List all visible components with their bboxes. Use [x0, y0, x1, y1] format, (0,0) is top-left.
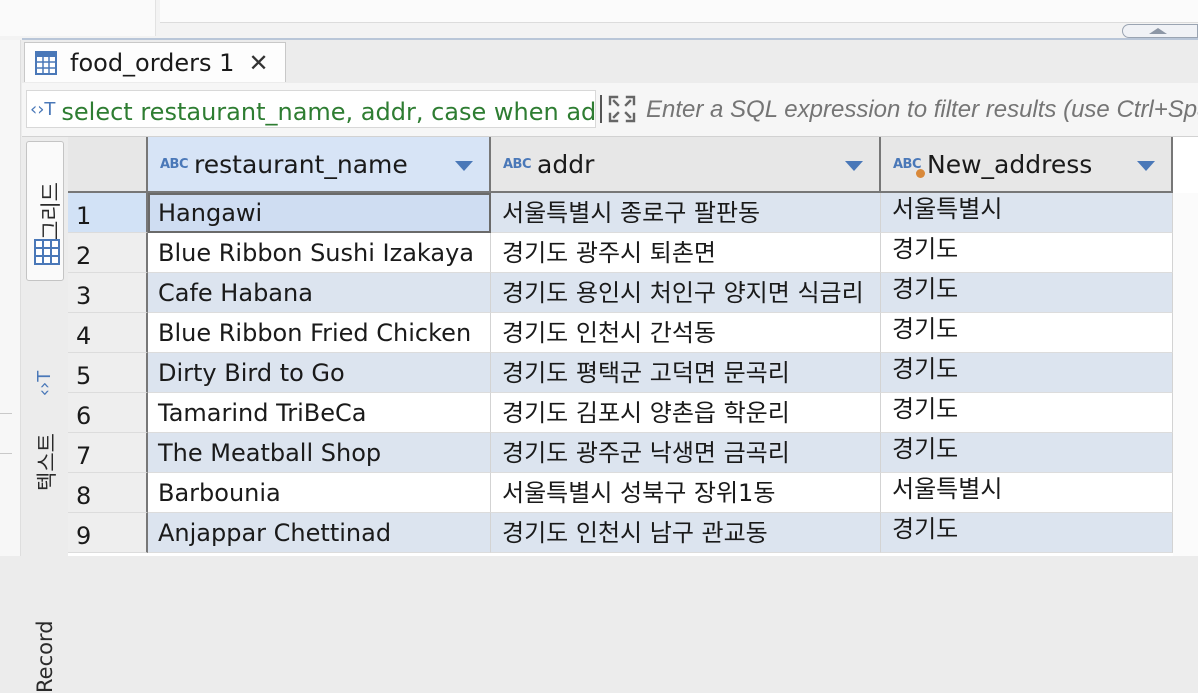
panel-separator — [0, 413, 12, 414]
cell-addr[interactable]: 경기도 광주시 퇴촌면 — [491, 233, 881, 273]
table-row[interactable]: 4 Blue Ribbon Fried Chicken 경기도 인천시 간석동 … — [68, 313, 1198, 353]
cell-new-address[interactable]: 서울특별시 — [881, 473, 1173, 513]
query-text-box[interactable]: ‹›T select restaurant_name, addr, case w… — [26, 90, 596, 128]
editor-area-edge — [160, 0, 1198, 23]
results-tab-bar: food_orders 1 ✕ — [22, 40, 1198, 84]
text-icon: ‹›T — [34, 370, 56, 397]
query-divider — [600, 95, 602, 123]
filter-bar: ‹›T select restaurant_name, addr, case w… — [22, 83, 1198, 137]
table-row[interactable]: 9 Anjappar Chettinad 경기도 인천시 남구 관교동 경기도 — [68, 513, 1198, 553]
panel-separator — [0, 453, 12, 454]
row-number[interactable]: 4 — [68, 313, 148, 353]
cell-addr[interactable]: 경기도 용인시 처인구 양지면 식금리 — [491, 273, 881, 313]
cell-new-address[interactable]: 경기도 — [881, 233, 1173, 273]
row-number[interactable]: 1 — [68, 193, 148, 233]
sort-arrow-icon[interactable] — [455, 161, 473, 171]
row-number-header — [68, 137, 148, 193]
column-header-new-address[interactable]: ABC New_address — [881, 137, 1173, 193]
cell-restaurant-name[interactable]: Anjappar Chettinad — [148, 513, 491, 553]
view-switcher: 그리드 텍스트 ‹›T Record — [22, 137, 69, 693]
column-header-label: New_address — [927, 149, 1093, 179]
expand-icon[interactable] — [608, 95, 636, 123]
table-row[interactable]: 8 Barbounia 서울특별시 성북구 장위1동 서울특별시 — [68, 473, 1198, 513]
sort-arrow-icon[interactable] — [845, 161, 863, 171]
grid-icon — [34, 239, 60, 265]
tab-food-orders[interactable]: food_orders 1 ✕ — [24, 42, 286, 82]
cell-restaurant-name[interactable]: Tamarind TriBeCa — [148, 393, 491, 433]
string-type-icon: ABC — [503, 156, 532, 172]
navigator-panel-edge — [0, 0, 156, 36]
cell-restaurant-name[interactable]: Blue Ribbon Sushi Izakaya — [148, 233, 491, 273]
cell-addr[interactable]: 서울특별시 성북구 장위1동 — [491, 473, 881, 513]
cell-restaurant-name[interactable]: Cafe Habana — [148, 273, 491, 313]
cell-addr[interactable]: 경기도 광주군 낙생면 금곡리 — [491, 433, 881, 473]
row-number[interactable]: 3 — [68, 273, 148, 313]
query-text: select restaurant_name, addr, case when … — [61, 97, 596, 126]
calculated-dot-icon — [916, 168, 926, 178]
row-number[interactable]: 9 — [68, 513, 148, 553]
cell-new-address[interactable]: 경기도 — [881, 393, 1173, 433]
cell-restaurant-name[interactable]: Blue Ribbon Fried Chicken — [148, 313, 491, 353]
left-side-panel — [0, 40, 21, 556]
close-icon[interactable]: ✕ — [248, 49, 268, 77]
table-icon — [35, 50, 57, 75]
row-number[interactable]: 8 — [68, 473, 148, 513]
cell-addr[interactable]: 서울특별시 종로구 팔판동 — [491, 193, 881, 233]
row-number[interactable]: 5 — [68, 353, 148, 393]
cell-new-address[interactable]: 경기도 — [881, 273, 1173, 313]
sort-arrow-icon[interactable] — [1137, 161, 1155, 171]
column-header-restaurant-name[interactable]: ABC restaurant_name — [148, 137, 491, 193]
column-header-label: addr — [537, 149, 595, 179]
table-row[interactable]: 3 Cafe Habana 경기도 용인시 처인구 양지면 식금리 경기도 — [68, 273, 1198, 313]
tab-title: food_orders 1 — [70, 48, 235, 77]
cell-addr[interactable]: 경기도 인천시 간석동 — [491, 313, 881, 353]
cell-addr[interactable]: 경기도 인천시 남구 관교동 — [491, 513, 881, 553]
row-number[interactable]: 6 — [68, 393, 148, 433]
grid-view-label: 그리드 — [39, 182, 63, 240]
string-type-icon: ABC — [160, 156, 189, 172]
table-row[interactable]: 2 Blue Ribbon Sushi Izakaya 경기도 광주시 퇴촌면 … — [68, 233, 1198, 273]
calculated-string-type-icon: ABC — [893, 157, 926, 178]
cell-new-address[interactable]: 경기도 — [881, 353, 1173, 393]
grid-view-button[interactable]: 그리드 — [26, 141, 64, 281]
cell-restaurant-name[interactable]: Dirty Bird to Go — [148, 353, 491, 393]
record-view-button[interactable]: Record — [33, 620, 57, 693]
row-number[interactable]: 7 — [68, 433, 148, 473]
cell-new-address[interactable]: 경기도 — [881, 513, 1173, 553]
sql-icon: ‹›T — [30, 98, 56, 120]
cell-new-address[interactable]: 서울특별시 — [881, 193, 1173, 233]
cell-restaurant-name[interactable]: Barbounia — [148, 473, 491, 513]
cell-restaurant-name[interactable]: The Meatball Shop — [148, 433, 491, 473]
cell-addr[interactable]: 경기도 김포시 양촌읍 학운리 — [491, 393, 881, 433]
row-number[interactable]: 2 — [68, 233, 148, 273]
table-row[interactable]: 1 Hangawi 서울특별시 종로구 팔판동 서울특별시 — [68, 193, 1198, 233]
text-view-button[interactable]: 텍스트 — [31, 433, 61, 491]
column-header-addr[interactable]: ABC addr — [491, 137, 881, 193]
column-header-label: restaurant_name — [194, 149, 408, 179]
table-row[interactable]: 5 Dirty Bird to Go 경기도 평택군 고덕면 문곡리 경기도 — [68, 353, 1198, 393]
cell-new-address[interactable]: 경기도 — [881, 433, 1173, 473]
collapse-panel-button[interactable] — [1122, 24, 1198, 38]
cell-new-address[interactable]: 경기도 — [881, 313, 1173, 353]
results-grid: ABC restaurant_name ABC addr ABC New_add… — [68, 137, 1198, 556]
table-row[interactable]: 6 Tamarind TriBeCa 경기도 김포시 양촌읍 학운리 경기도 — [68, 393, 1198, 433]
table-row[interactable]: 7 The Meatball Shop 경기도 광주군 낙생면 금곡리 경기도 — [68, 433, 1198, 473]
filter-input[interactable] — [644, 90, 1198, 130]
cell-addr[interactable]: 경기도 평택군 고덕면 문곡리 — [491, 353, 881, 393]
cell-restaurant-name[interactable]: Hangawi — [148, 193, 491, 233]
